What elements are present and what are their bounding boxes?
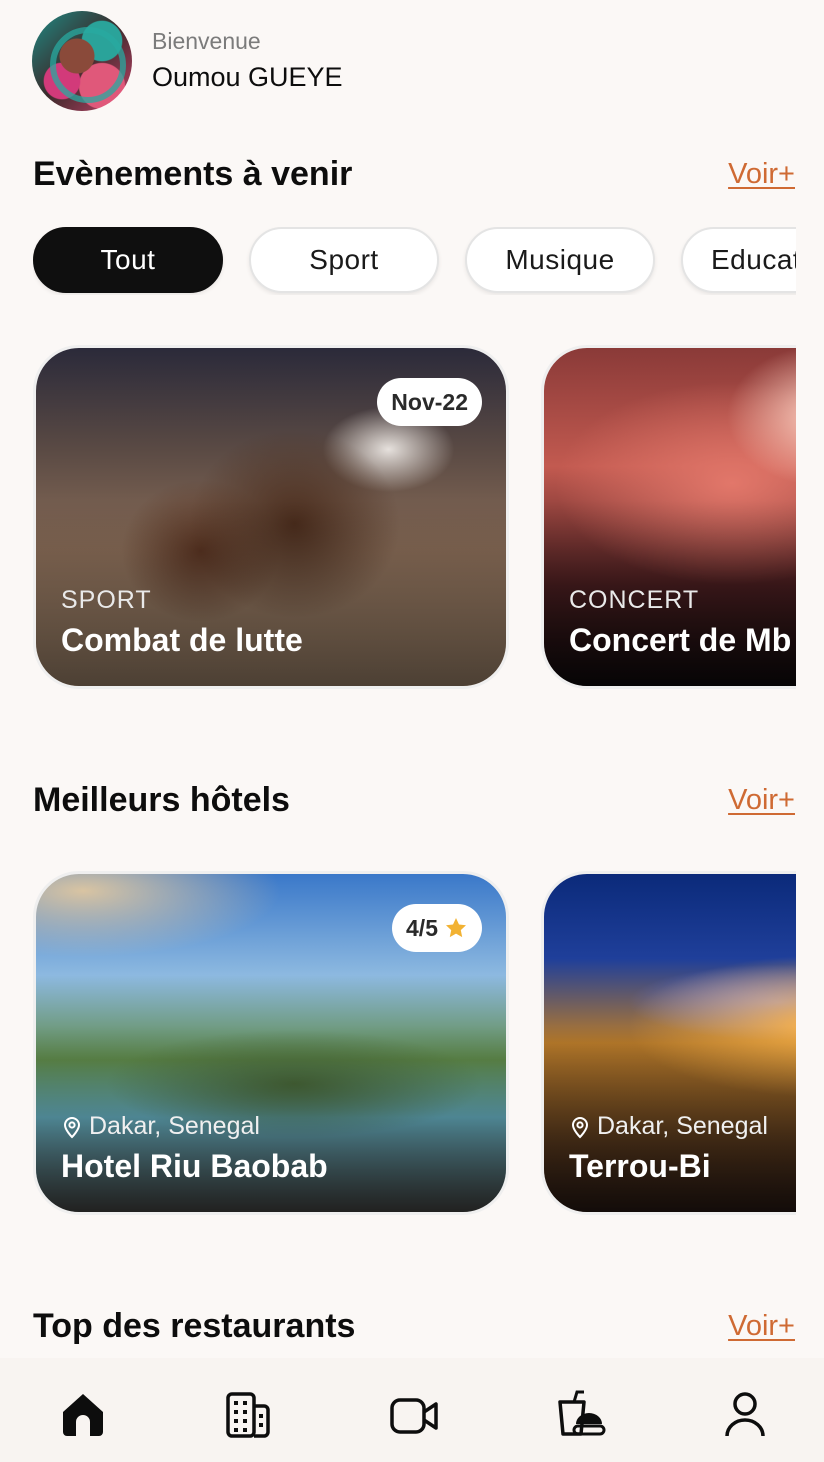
hotel-name: Hotel Riu Baobab (61, 1148, 328, 1184)
events-section-title: Evènements à venir (33, 155, 353, 193)
food-drink-icon (558, 1390, 606, 1436)
event-card[interactable]: Nov-22 SPORT Combat de lutte (33, 345, 509, 689)
events-carousel: Nov-22 SPORT Combat de lutte CONCERT Con… (33, 345, 796, 691)
home-icon (63, 1394, 103, 1436)
restaurants-section-title: Top des restaurants (33, 1307, 356, 1345)
event-date-badge: Nov-22 (377, 378, 482, 426)
hotel-location-text: Dakar, Senegal (89, 1112, 260, 1140)
hotel-name: Terrou-Bi (569, 1148, 711, 1184)
hotels-section-title: Meilleurs hôtels (33, 781, 290, 819)
hotel-card[interactable]: 4/5 Dakar, Senegal Hotel Riu Baobab (33, 871, 509, 1215)
hotel-rating-badge: 4/5 (392, 904, 482, 952)
location-pin-icon (571, 1116, 589, 1138)
events-see-more-link[interactable]: Voir+ (728, 158, 795, 191)
event-name: Combat de lutte (61, 622, 303, 658)
event-name: Concert de Mb (569, 622, 792, 658)
nav-videos[interactable] (386, 1386, 442, 1442)
nav-restaurants[interactable] (552, 1386, 608, 1442)
location-pin-icon (63, 1116, 81, 1138)
hotel-location: Dakar, Senegal (569, 1112, 768, 1141)
event-card[interactable]: CONCERT Concert de Mb (541, 345, 796, 689)
video-camera-icon (390, 1398, 438, 1434)
nav-home[interactable] (55, 1386, 111, 1442)
avatar[interactable] (32, 11, 132, 111)
hotel-location-text: Dakar, Senegal (597, 1112, 768, 1140)
hotel-building-icon (226, 1392, 270, 1438)
event-category: CONCERT (569, 586, 700, 614)
nav-hotels[interactable] (220, 1386, 276, 1442)
hotel-card[interactable]: Dakar, Senegal Terrou-Bi (541, 871, 796, 1215)
event-filter-chips: Tout Sport Musique Educat (33, 227, 796, 295)
restaurants-see-more-link[interactable]: Voir+ (728, 1310, 795, 1343)
hotel-rating-value: 4/5 (406, 914, 438, 941)
nav-profile[interactable] (717, 1386, 773, 1442)
app-header: Bienvenue Oumou GUEYE (0, 0, 824, 126)
user-name: Oumou GUEYE (152, 62, 343, 92)
filter-chip-education[interactable]: Educat (681, 227, 796, 293)
hotels-see-more-link[interactable]: Voir+ (728, 784, 795, 817)
event-category: SPORT (61, 586, 152, 614)
filter-chip-musique[interactable]: Musique (465, 227, 655, 293)
filter-chip-tout[interactable]: Tout (33, 227, 223, 293)
greeting-label: Bienvenue (152, 28, 261, 54)
bottom-navigation (0, 1358, 824, 1462)
hotels-carousel: 4/5 Dakar, Senegal Hotel Riu Baobab Daka… (33, 871, 796, 1217)
hotel-location: Dakar, Senegal (61, 1112, 260, 1141)
profile-icon (725, 1392, 765, 1437)
filter-chip-sport[interactable]: Sport (249, 227, 439, 293)
star-icon (446, 918, 466, 938)
